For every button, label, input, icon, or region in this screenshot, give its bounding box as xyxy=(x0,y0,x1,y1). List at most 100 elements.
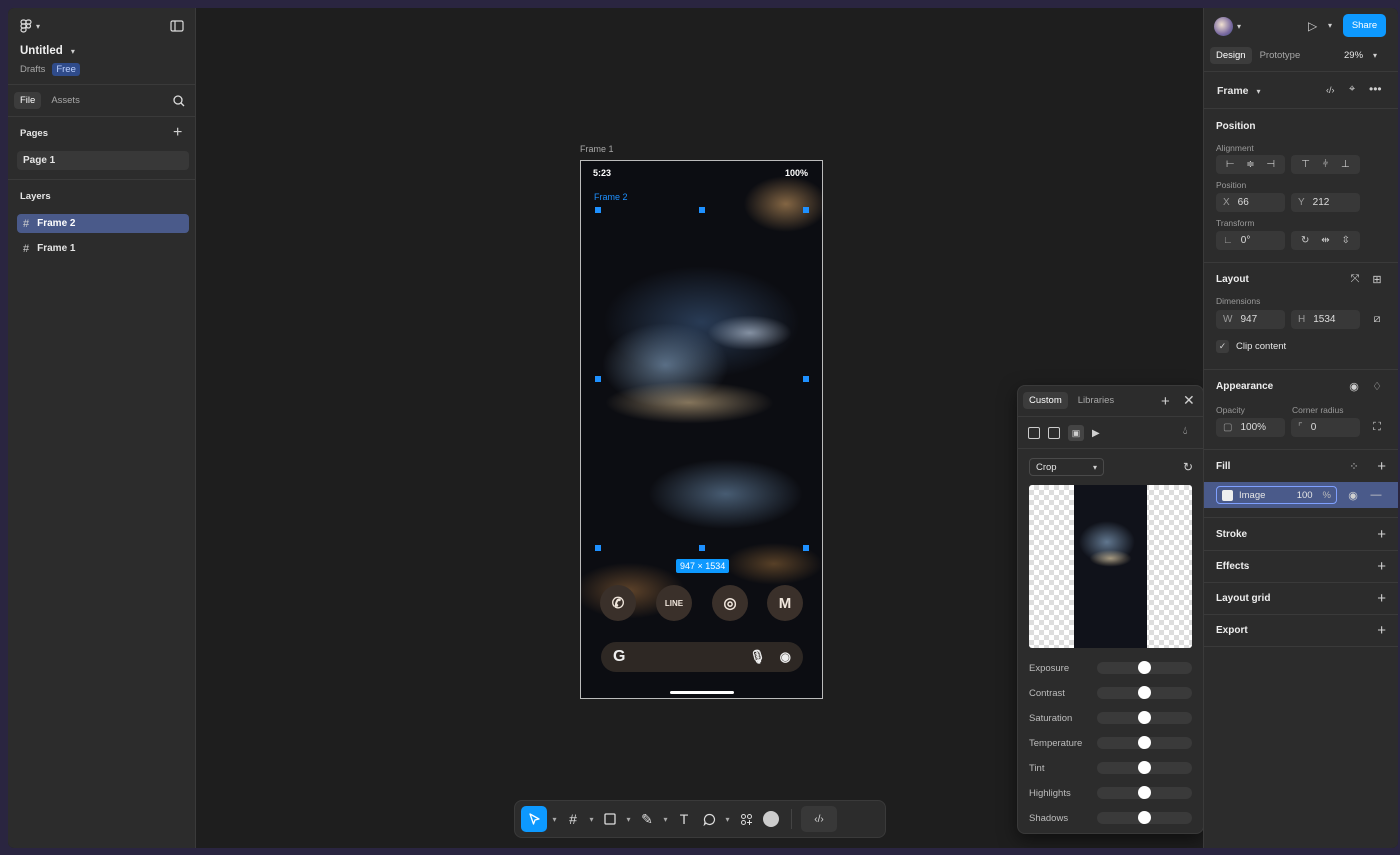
slider-knob[interactable] xyxy=(1138,811,1151,824)
frame-2-label[interactable]: Frame 2 xyxy=(594,192,628,202)
chevron-down-icon[interactable]: ▾ xyxy=(1328,21,1332,30)
exposure-slider[interactable] xyxy=(1097,661,1192,674)
contrast-slider[interactable] xyxy=(1097,686,1192,699)
rectangle-tool-button[interactable] xyxy=(599,806,621,832)
search-icon[interactable] xyxy=(173,95,185,107)
align-middle-icon[interactable]: ⫩ xyxy=(1323,159,1329,170)
tab-libraries[interactable]: Libraries xyxy=(1072,392,1120,409)
chevron-down-icon[interactable]: ▾ xyxy=(624,806,633,832)
component-icon[interactable]: ⌖ xyxy=(1349,83,1355,96)
align-bottom-icon[interactable]: ⊥ xyxy=(1341,159,1350,170)
y-field[interactable]: Y 212 xyxy=(1291,193,1360,212)
tab-prototype[interactable]: Prototype xyxy=(1254,47,1307,64)
add-stroke-icon[interactable]: + xyxy=(1377,527,1386,542)
chevron-down-icon[interactable]: ▾ xyxy=(661,806,670,832)
add-effect-icon[interactable]: + xyxy=(1377,559,1386,574)
gradient-fill-icon[interactable] xyxy=(1048,427,1060,439)
frame-1[interactable]: 5:23 100% Frame 2 947 × 1534 ✆ LINE ◎ M … xyxy=(580,160,823,699)
layout-options-icon[interactable]: ⊞ xyxy=(1368,270,1386,288)
dev-mode-toggle[interactable]: ‹/› xyxy=(801,806,837,832)
align-top-icon[interactable]: ⊤ xyxy=(1301,159,1310,170)
frame-tool-button[interactable]: # xyxy=(562,806,584,832)
slider-knob[interactable] xyxy=(1138,736,1151,749)
file-title[interactable]: Untitled ▾ xyxy=(20,45,75,57)
move-tool-button[interactable] xyxy=(521,806,547,832)
plugin-avatar-icon[interactable] xyxy=(760,806,782,832)
layer-frame-2[interactable]: # Frame 2 xyxy=(17,214,189,233)
share-button[interactable]: Share xyxy=(1343,14,1386,37)
tab-file[interactable]: File xyxy=(14,92,42,109)
account-menu[interactable]: ▾ xyxy=(1214,17,1241,36)
auto-layout-icon[interactable]: ⤧ xyxy=(1346,270,1364,288)
corner-radius-field[interactable]: ⌜ 0 xyxy=(1291,418,1360,437)
constrain-proportions-icon[interactable]: ⧄ xyxy=(1368,310,1386,328)
add-export-icon[interactable]: + xyxy=(1377,623,1386,638)
temperature-slider[interactable] xyxy=(1097,736,1192,749)
slider-knob[interactable] xyxy=(1138,711,1151,724)
main-menu-button[interactable]: ▾ xyxy=(20,19,40,33)
close-icon[interactable]: ✕ xyxy=(1183,392,1195,409)
vertical-alignment[interactable]: ⊤ ⫩ ⊥ xyxy=(1291,155,1360,174)
image-mode-select[interactable]: Crop ▾ xyxy=(1029,458,1104,476)
more-icon[interactable]: ••• xyxy=(1369,82,1382,96)
x-field[interactable]: X 66 xyxy=(1216,193,1285,212)
tint-slider[interactable] xyxy=(1097,761,1192,774)
selection-type-menu[interactable]: Frame ▾ xyxy=(1217,85,1261,97)
height-field[interactable]: H 1534 xyxy=(1291,310,1360,329)
selection-handle[interactable] xyxy=(699,545,705,551)
clip-content-checkbox[interactable]: ✓ Clip content xyxy=(1216,340,1286,353)
selection-handle[interactable] xyxy=(595,376,601,382)
align-left-icon[interactable]: ⊢ xyxy=(1226,159,1235,170)
blend-mode-icon[interactable]: 💧︎ xyxy=(1183,425,1187,438)
pen-tool-button[interactable]: ✎ xyxy=(636,806,658,832)
add-page-icon[interactable]: + xyxy=(173,124,182,142)
video-fill-icon[interactable]: ▶ xyxy=(1092,428,1100,439)
independent-corners-icon[interactable]: ⛶ xyxy=(1368,418,1386,436)
flip-vertical-icon[interactable]: ⇳ xyxy=(1342,235,1350,246)
align-center-icon[interactable]: ≑ xyxy=(1246,159,1254,170)
layer-frame-1[interactable]: # Frame 1 xyxy=(17,239,189,258)
toggle-sidebar-icon[interactable] xyxy=(170,20,184,32)
slider-knob[interactable] xyxy=(1138,761,1151,774)
align-right-icon[interactable]: ⊣ xyxy=(1266,159,1275,170)
flip-horizontal-icon[interactable]: ⇹ xyxy=(1321,235,1329,246)
chevron-down-icon[interactable]: ▾ xyxy=(587,806,596,832)
remove-fill-icon[interactable]: — xyxy=(1367,486,1385,504)
styles-grid-icon[interactable]: ⁘ xyxy=(1345,457,1363,475)
frame-2-selection[interactable] xyxy=(595,207,809,551)
blend-icon[interactable]: ♢ xyxy=(1368,377,1386,395)
fill-visibility-icon[interactable]: ◉ xyxy=(1344,486,1362,504)
selection-handle[interactable] xyxy=(803,545,809,551)
fill-row[interactable]: Image 100 % ◉ — xyxy=(1204,482,1398,508)
selection-handle[interactable] xyxy=(803,376,809,382)
selection-handle[interactable] xyxy=(595,207,601,213)
slider-knob[interactable] xyxy=(1138,786,1151,799)
add-layout-grid-icon[interactable]: + xyxy=(1377,591,1386,606)
width-field[interactable]: W 947 xyxy=(1216,310,1285,329)
tab-assets[interactable]: Assets xyxy=(45,92,86,109)
present-icon[interactable]: ▷ xyxy=(1308,19,1317,33)
tab-custom[interactable]: Custom xyxy=(1023,392,1068,409)
frame-1-label[interactable]: Frame 1 xyxy=(580,144,614,154)
selection-handle[interactable] xyxy=(699,207,705,213)
shadows-slider[interactable] xyxy=(1097,811,1192,824)
slider-knob[interactable] xyxy=(1138,686,1151,699)
code-icon[interactable]: ‹/› xyxy=(1326,85,1335,95)
flip-controls[interactable]: ↻ ⇹ ⇳ xyxy=(1291,231,1360,250)
actions-tool-button[interactable] xyxy=(735,806,757,832)
add-fill-icon[interactable]: + xyxy=(1377,459,1386,474)
saturation-slider[interactable] xyxy=(1097,711,1192,724)
zoom-menu[interactable]: 29% ▾ xyxy=(1344,50,1377,61)
comment-tool-button[interactable] xyxy=(698,806,720,832)
rotate-image-icon[interactable]: ↻ xyxy=(1183,460,1193,474)
rotate-icon[interactable]: ↻ xyxy=(1301,235,1309,246)
horizontal-alignment[interactable]: ⊢ ≑ ⊣ xyxy=(1216,155,1285,174)
highlights-slider[interactable] xyxy=(1097,786,1192,799)
slider-knob[interactable] xyxy=(1138,661,1151,674)
image-fill-icon[interactable]: ▣ xyxy=(1068,425,1084,441)
text-tool-button[interactable]: T xyxy=(673,806,695,832)
solid-fill-icon[interactable] xyxy=(1028,427,1040,439)
selection-handle[interactable] xyxy=(595,545,601,551)
chevron-down-icon[interactable]: ▾ xyxy=(723,806,732,832)
visibility-icon[interactable]: ◉ xyxy=(1345,377,1363,395)
